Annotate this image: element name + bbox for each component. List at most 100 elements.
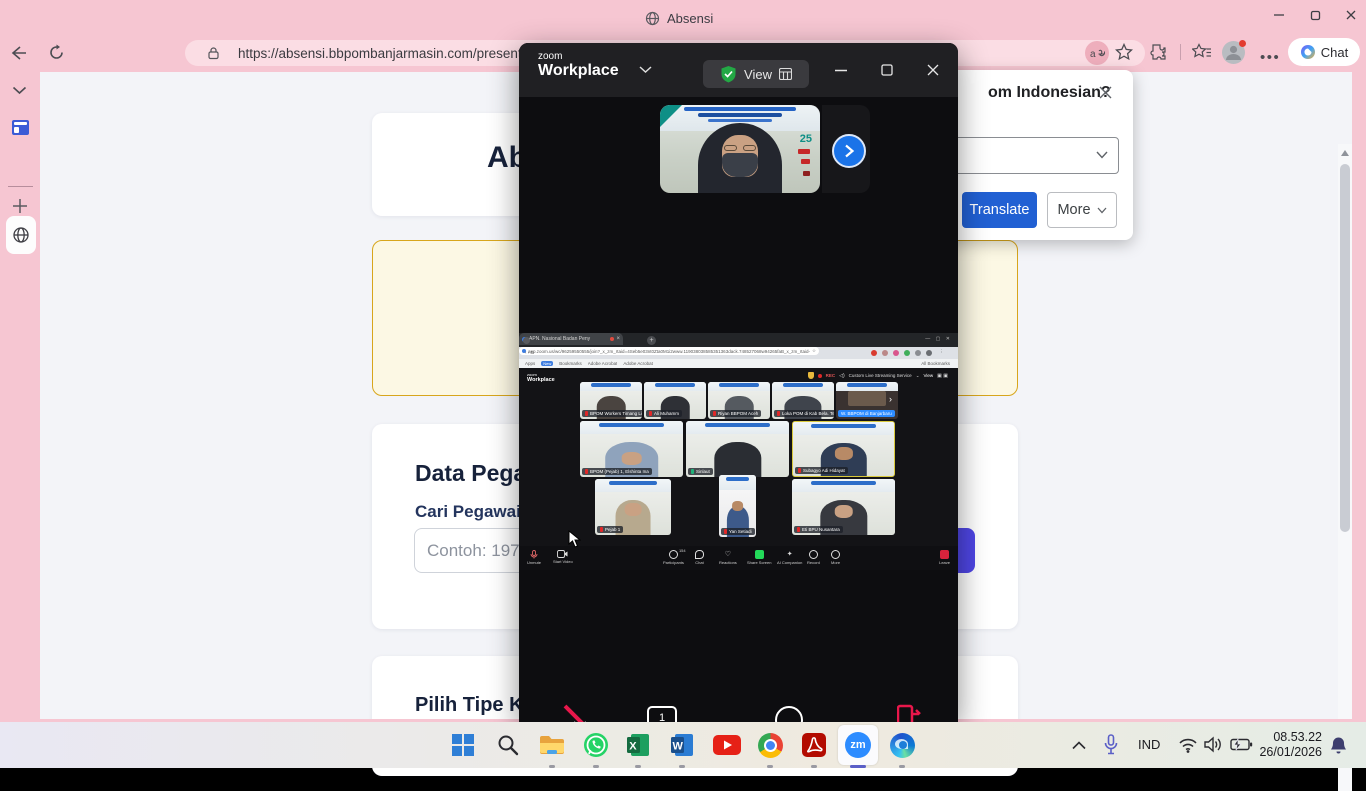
scroll-up-arrow-icon[interactable] (1341, 150, 1349, 156)
taskbar-acrobat[interactable] (794, 725, 834, 765)
zoom-close-button[interactable] (927, 64, 939, 76)
shared-chat-button: Chat (695, 550, 704, 565)
participant-video-tile[interactable]: 25 Lia Afriani (660, 105, 820, 193)
taskbar-youtube[interactable] (707, 725, 747, 765)
taskbar-edge[interactable] (882, 725, 922, 765)
shared-extension-pink-icon (893, 350, 899, 356)
refresh-button[interactable] (48, 44, 65, 61)
browser-minimize-button[interactable] (1272, 8, 1286, 22)
shared-apps-badge: New (541, 361, 553, 366)
pinned-site-icon[interactable] (12, 120, 29, 135)
shared-zoom-brand: zoom Workplace (527, 372, 555, 383)
zoom-bottom-controls-partial: 1 (519, 698, 958, 722)
taskbar-word[interactable]: W (662, 725, 702, 765)
whatsapp-icon (583, 732, 609, 758)
copilot-chat-button[interactable]: Chat (1288, 38, 1360, 66)
banner-red-mark (798, 149, 810, 154)
mute-button-partial[interactable] (561, 702, 595, 722)
shared-zoom-brand-2: Workplace (527, 377, 555, 383)
participant-tile: Riyan BBPOM Aceh (708, 382, 770, 419)
zoom-minimize-button[interactable] (835, 69, 847, 72)
shared-grid-next-arrow: › (889, 394, 892, 404)
back-button[interactable] (10, 45, 27, 61)
taskbar-excel[interactable]: X (618, 725, 658, 765)
taskbar-search-button[interactable] (488, 725, 528, 765)
participant-tile: Yan Setiadi (719, 475, 756, 537)
scrollbar-thumb[interactable] (1340, 164, 1350, 532)
shared-rec-label: REC (826, 373, 836, 378)
shared-url-star-icon: ☆ (812, 348, 816, 354)
zoom-brand-small: zoom (538, 52, 619, 62)
shared-zoom-client: zoom Workplace REC ◁) Custom Live Stream… (519, 368, 958, 570)
favorite-star-icon[interactable] (1115, 43, 1133, 61)
sidebar-divider (8, 186, 33, 187)
zoom-menu-chevron-icon[interactable] (639, 66, 652, 74)
extensions-icon[interactable] (1149, 43, 1167, 61)
taskbar-chrome[interactable] (750, 725, 790, 765)
mouse-cursor (568, 530, 581, 548)
edge-icon (890, 733, 915, 758)
zoom-maximize-button[interactable] (881, 64, 893, 76)
participant-tile: BPOM Workers Timang Lin (580, 382, 642, 419)
collapse-sidebar-chevron-icon[interactable] (12, 86, 27, 95)
shared-window-controls: — ▢ ✕ (925, 336, 952, 342)
translate-popup-title: om Indonesian? (988, 84, 1111, 102)
shared-speaker-icon: ◁) (839, 373, 845, 379)
active-tab-thumbnail[interactable] (6, 216, 36, 254)
tray-expand-chevron[interactable] (1072, 741, 1086, 750)
translate-button[interactable]: Translate (962, 192, 1037, 228)
participant-name-label: W. BBPOM di Banjarbaru (838, 410, 895, 417)
wifi-icon[interactable] (1178, 737, 1198, 753)
notification-dot (1239, 40, 1246, 47)
participant-tile: Eti BPU Nusantara (792, 479, 895, 535)
volume-icon[interactable] (1204, 736, 1223, 753)
next-video-page-button[interactable] (832, 134, 866, 168)
employee-search-label: Cari Pegawai ( (415, 502, 531, 522)
security-shield-icon (720, 65, 737, 83)
record-button-partial[interactable] (775, 706, 803, 722)
shared-camera-icons: ▣ ▣ (937, 373, 948, 379)
svg-text:a: a (1090, 49, 1096, 60)
battery-charging-icon[interactable] (1230, 738, 1253, 751)
page-scrollbar[interactable] (1338, 144, 1352, 791)
start-button[interactable] (443, 725, 483, 765)
shared-all-bookmarks: All Bookmarks (921, 361, 950, 366)
language-indicator[interactable]: IND (1138, 737, 1160, 752)
file-explorer-icon (539, 734, 565, 756)
shared-unmute-button: Unmute (527, 550, 541, 565)
new-tab-button[interactable] (12, 198, 28, 214)
translate-more-button[interactable]: More (1047, 192, 1117, 228)
zoom-view-button[interactable]: View (703, 60, 809, 88)
youtube-icon (713, 735, 741, 755)
browser-menu-button[interactable]: ••• (1260, 49, 1280, 66)
browser-maximize-button[interactable] (1308, 8, 1322, 22)
microphone-in-use-icon[interactable] (1104, 734, 1118, 755)
participant-name-label: Pejab 1 (597, 526, 623, 533)
participant-name-label: Eti BPU Nusantara (794, 526, 843, 533)
svg-text:W: W (673, 741, 684, 753)
browser-close-button[interactable] (1344, 8, 1358, 22)
shared-reactions-button: ♡ Reactions (719, 550, 737, 565)
video-button-partial[interactable]: 1 (647, 706, 677, 722)
banner-corner-decoration (660, 105, 682, 127)
search-icon (497, 734, 519, 756)
tray-date: 26/01/2026 (1256, 745, 1322, 760)
browser-tab-absensi[interactable]: Absensi (645, 6, 713, 30)
shared-menu-dots: ⋮ (939, 349, 944, 355)
zoom-app-icon: zm (845, 732, 871, 758)
taskbar-zoom-active[interactable]: zm (838, 725, 878, 765)
notification-bell-icon[interactable] (1330, 736, 1347, 754)
taskbar-whatsapp[interactable] (576, 725, 616, 765)
translate-popup-close-icon[interactable] (1098, 85, 1113, 100)
clock[interactable]: 08.53.22 26/01/2026 (1256, 730, 1322, 760)
layout-grid-icon (779, 68, 792, 80)
zoom-title-bar[interactable]: zoom Workplace View (519, 43, 958, 97)
leave-button-partial[interactable] (897, 704, 923, 722)
translate-page-icon[interactable]: a (1085, 41, 1109, 65)
participant-name-label: BPOM (Pejab) 1, Elshinta Ina (582, 468, 652, 475)
favorites-list-icon[interactable] (1192, 43, 1212, 61)
shared-share-screen-button: Share Screen (747, 550, 771, 565)
shared-extension-icon (882, 350, 888, 356)
profile-avatar[interactable] (1222, 41, 1245, 64)
taskbar-file-explorer[interactable] (532, 725, 572, 765)
